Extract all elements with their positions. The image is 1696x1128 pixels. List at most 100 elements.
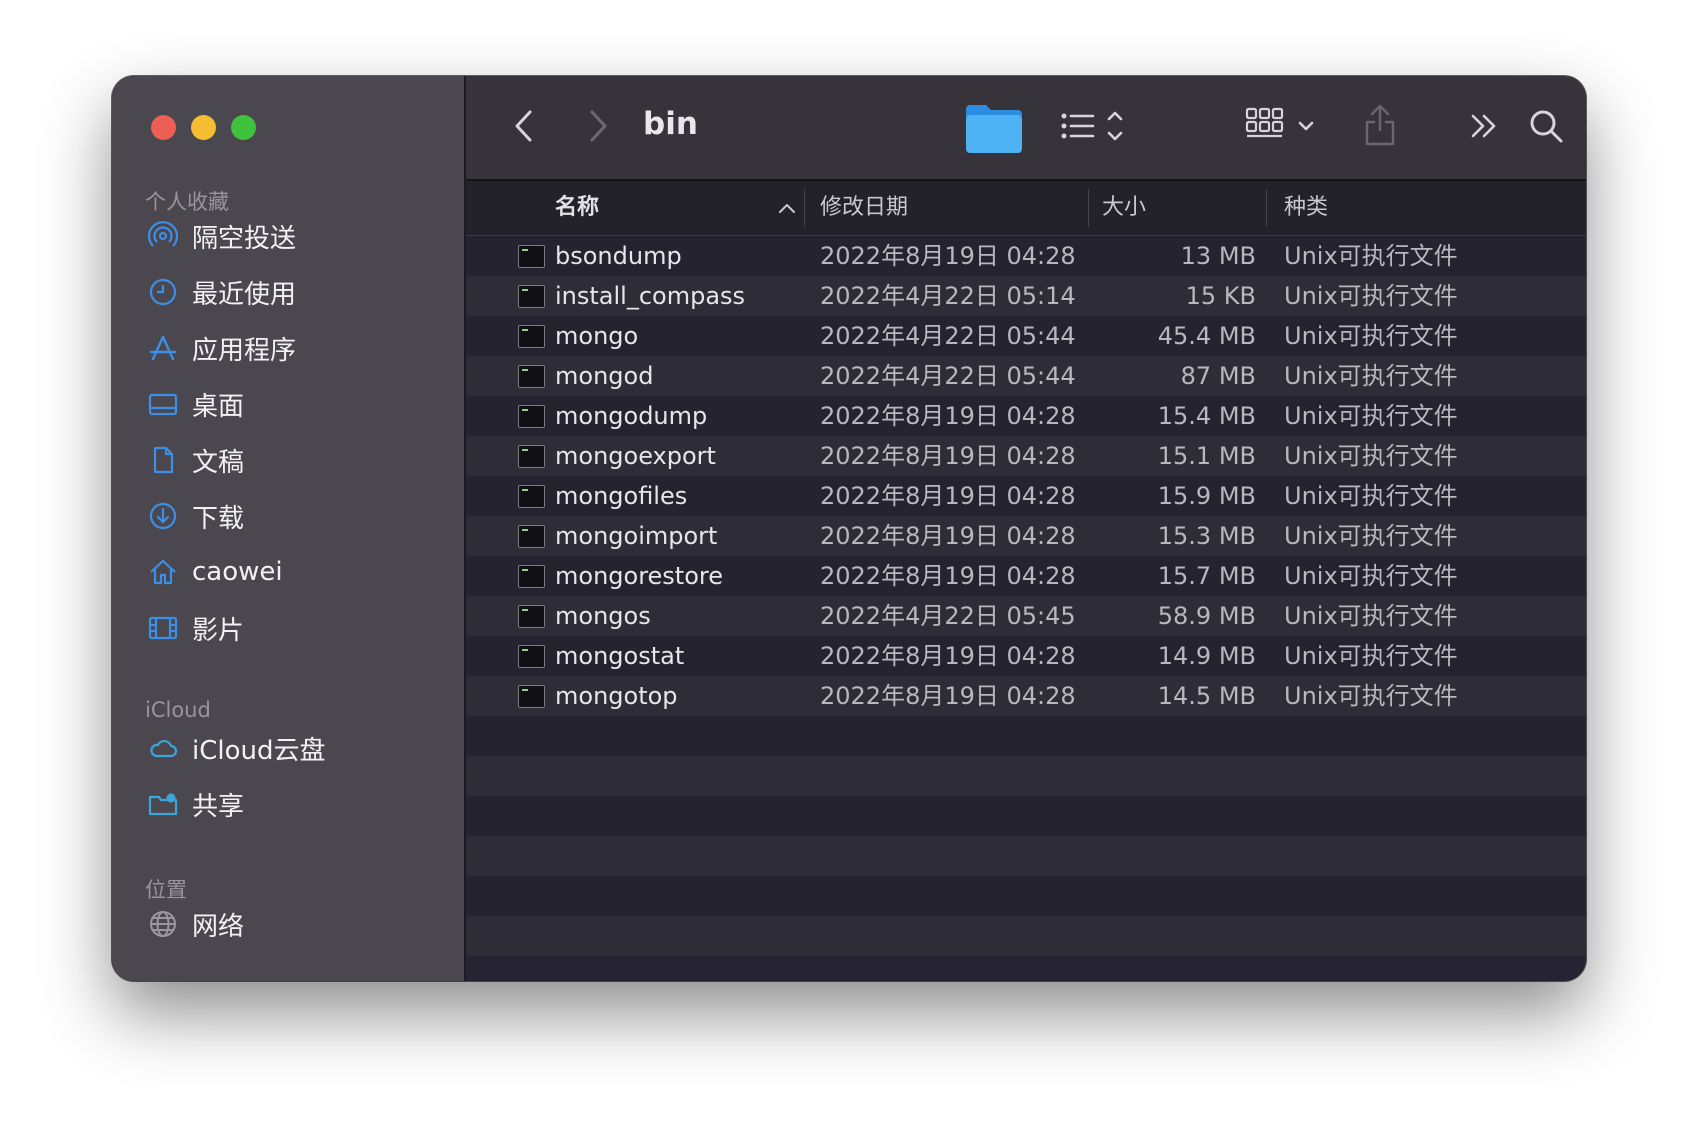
- main-pane: bin 名称 修改日期 大小 种类 bsondump 2022年8月19日 04…: [466, 76, 1586, 981]
- file-kind: Unix可执行文件: [1284, 442, 1458, 470]
- file-date: 2022年8月19日 04:28: [820, 402, 1076, 430]
- file-row[interactable]: mongofiles 2022年8月19日 04:28 15.9 MB Unix可执行…: [466, 476, 1586, 516]
- close-window-button[interactable]: [151, 115, 176, 140]
- file-date: 2022年4月22日 05:44: [820, 322, 1076, 350]
- folder-proxy-icon[interactable]: [963, 100, 1025, 156]
- search-button[interactable]: [1526, 104, 1566, 148]
- file-kind: Unix可执行文件: [1284, 362, 1458, 390]
- sidebar: 个人收藏 隔空投送 最近使用 应用程序 桌面 文稿 下载 caowei 影片 i…: [112, 76, 466, 981]
- column-header-date[interactable]: 修改日期: [820, 181, 908, 235]
- finder-window: 个人收藏 隔空投送 最近使用 应用程序 桌面 文稿 下载 caowei 影片 i…: [112, 76, 1586, 981]
- sidebar-section-icloud: iCloud: [145, 698, 211, 722]
- file-size: 15.9 MB: [1157, 482, 1256, 510]
- executable-icon: [518, 485, 545, 508]
- column-divider[interactable]: [1088, 189, 1089, 227]
- file-date: 2022年8月19日 04:28: [820, 482, 1076, 510]
- file-row[interactable]: mongostat 2022年8月19日 04:28 14.9 MB Unix可执行文…: [466, 636, 1586, 676]
- sidebar-item-movies[interactable]: 影片: [146, 606, 244, 650]
- file-name: mongoimport: [555, 522, 718, 550]
- sidebar-item-label: 隔空投送: [192, 223, 297, 254]
- file-name: mongo: [555, 322, 639, 350]
- shared-folder-icon: [146, 787, 180, 821]
- sidebar-item-icloud-drive[interactable]: iCloud云盘: [146, 726, 326, 770]
- file-row[interactable]: bsondump 2022年8月19日 04:28 13 MB Unix可执行文件: [466, 236, 1586, 276]
- file-name: mongodump: [555, 402, 708, 430]
- file-kind: Unix可执行文件: [1284, 602, 1458, 630]
- chevron-right-icon: [590, 110, 607, 142]
- sidebar-item-downloads[interactable]: 下载: [146, 494, 244, 538]
- file-row[interactable]: mongos 2022年4月22日 05:45 58.9 MB Unix可执行文件: [466, 596, 1586, 636]
- sidebar-item-documents[interactable]: 文稿: [146, 438, 244, 482]
- file-date: 2022年8月19日 04:28: [820, 642, 1076, 670]
- empty-row: [466, 756, 1586, 796]
- sidebar-item-home[interactable]: caowei: [146, 550, 283, 594]
- file-name: mongostat: [555, 642, 685, 670]
- back-button[interactable]: [504, 106, 544, 146]
- file-row[interactable]: install_compass 2022年4月22日 05:14 15 KB Unix…: [466, 276, 1586, 316]
- group-button[interactable]: [1243, 104, 1319, 148]
- file-row[interactable]: mongodump 2022年8月19日 04:28 15.4 MB Unix可执行文…: [466, 396, 1586, 436]
- folder-title: bin: [643, 106, 698, 142]
- empty-row: [466, 836, 1586, 876]
- file-kind: Unix可执行文件: [1284, 322, 1458, 350]
- executable-icon: [518, 325, 545, 348]
- file-size: 15.1 MB: [1157, 442, 1256, 470]
- column-header-kind[interactable]: 种类: [1284, 181, 1328, 235]
- file-size: 14.9 MB: [1157, 642, 1256, 670]
- sidebar-item-label: 影片: [192, 615, 245, 646]
- file-size: 13 MB: [1180, 242, 1256, 270]
- file-row[interactable]: mongoimport 2022年8月19日 04:28 15.3 MB Unix可执…: [466, 516, 1586, 556]
- view-options-button[interactable]: [1056, 106, 1140, 146]
- toolbar: bin: [466, 76, 1586, 181]
- search-icon: [1530, 110, 1563, 143]
- clock-icon: [146, 275, 180, 309]
- file-row[interactable]: mongoexport 2022年8月19日 04:28 15.1 MB Unix可执…: [466, 436, 1586, 476]
- file-kind: Unix可执行文件: [1284, 522, 1458, 550]
- executable-icon: [518, 685, 545, 708]
- empty-row: [466, 876, 1586, 916]
- file-size: 15.7 MB: [1157, 562, 1256, 590]
- list-view-icon: [1061, 111, 1123, 141]
- column-header: 名称 修改日期 大小 种类: [466, 181, 1586, 236]
- executable-icon: [518, 445, 545, 468]
- group-grid-icon: [1245, 107, 1314, 138]
- file-date: 2022年8月19日 04:28: [820, 242, 1076, 270]
- file-row[interactable]: mongotop 2022年8月19日 04:28 14.5 MB Unix可执行文件: [466, 676, 1586, 716]
- sidebar-item-desktop[interactable]: 桌面: [146, 382, 244, 426]
- executable-icon: [518, 645, 545, 668]
- cloud-icon: [146, 731, 180, 765]
- sidebar-item-label: iCloud云盘: [192, 735, 326, 766]
- file-name: mongoexport: [555, 442, 716, 470]
- zoom-window-button[interactable]: [231, 115, 256, 140]
- column-divider[interactable]: [804, 189, 805, 227]
- sidebar-item-label: 应用程序: [192, 335, 297, 366]
- file-name: mongorestore: [555, 562, 723, 590]
- executable-icon: [518, 405, 545, 428]
- forward-button[interactable]: [578, 106, 618, 146]
- chevron-left-icon: [515, 110, 532, 142]
- sidebar-item-applications[interactable]: 应用程序: [146, 326, 296, 370]
- executable-icon: [518, 285, 545, 308]
- sidebar-item-airdrop[interactable]: 隔空投送: [146, 214, 296, 258]
- sidebar-item-shared[interactable]: 共享: [146, 782, 244, 826]
- share-button[interactable]: [1360, 100, 1400, 150]
- more-toolbar-button[interactable]: [1466, 106, 1502, 146]
- column-header-size[interactable]: 大小: [1102, 181, 1146, 235]
- empty-row: [466, 796, 1586, 836]
- file-size: 58.9 MB: [1157, 602, 1256, 630]
- sort-ascending-icon[interactable]: [772, 181, 802, 235]
- sidebar-item-recents[interactable]: 最近使用: [146, 270, 296, 314]
- sidebar-item-label: 下载: [192, 503, 245, 534]
- file-row[interactable]: mongorestore 2022年8月19日 04:28 15.7 MB Unix可…: [466, 556, 1586, 596]
- download-icon: [146, 499, 180, 533]
- file-kind: Unix可执行文件: [1284, 642, 1458, 670]
- minimize-window-button[interactable]: [191, 115, 216, 140]
- file-name: bsondump: [555, 242, 682, 270]
- column-divider[interactable]: [1266, 189, 1267, 227]
- column-header-name[interactable]: 名称: [555, 181, 599, 235]
- empty-row: [466, 716, 1586, 756]
- file-row[interactable]: mongo 2022年4月22日 05:44 45.4 MB Unix可执行文件: [466, 316, 1586, 356]
- sidebar-item-network[interactable]: 网络: [146, 902, 244, 946]
- file-name: mongofiles: [555, 482, 688, 510]
- file-row[interactable]: mongod 2022年4月22日 05:44 87 MB Unix可执行文件: [466, 356, 1586, 396]
